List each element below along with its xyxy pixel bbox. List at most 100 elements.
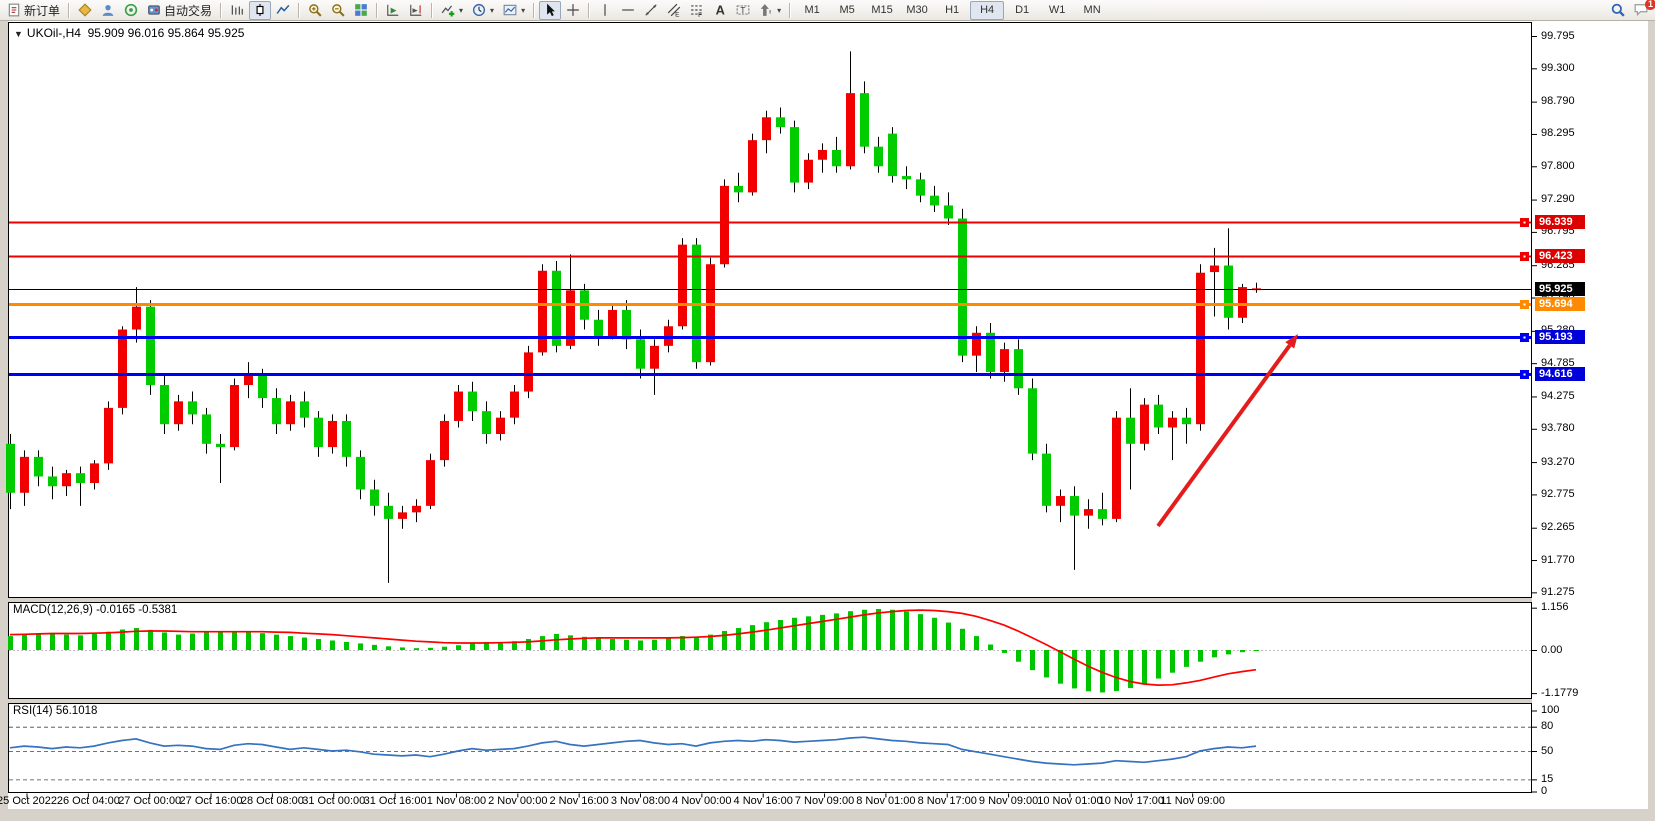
- tf-m15-button[interactable]: M15: [865, 1, 899, 20]
- periods-button[interactable]: ▾: [468, 1, 498, 20]
- svg-text:T: T: [741, 6, 746, 15]
- text-label-button[interactable]: T: [732, 1, 754, 20]
- button-label: M15: [871, 4, 892, 16]
- macd-indicator-label: MACD(12,26,9) -0.0165 -0.5381: [13, 604, 177, 616]
- toolbar-separator: [298, 3, 300, 18]
- zoom-out-button[interactable]: [327, 1, 349, 20]
- toolbar-separator: [220, 3, 222, 18]
- chart-symbol-period: UKOil-,H4: [27, 26, 81, 40]
- svg-text:A: A: [716, 3, 725, 17]
- button-label: W1: [1049, 4, 1066, 16]
- chevron-down-icon[interactable]: ▾: [777, 6, 781, 15]
- rsi-indicator-label: RSI(14) 56.1018: [13, 705, 97, 717]
- vline-icon: [598, 3, 612, 17]
- pane-splitter[interactable]: [8, 699, 1532, 703]
- tile-windows-button[interactable]: [350, 1, 372, 20]
- toolbar-separator: [588, 3, 590, 18]
- shapes-icon: [759, 3, 773, 17]
- toolbar-separator: [68, 3, 70, 18]
- toolbar-separator: [376, 3, 378, 18]
- candles-group: [6, 51, 1261, 583]
- collapse-icon[interactable]: ▼: [14, 29, 23, 39]
- new-order-button[interactable]: 新订单: [3, 1, 64, 20]
- pane-splitter[interactable]: [8, 598, 1532, 602]
- button-label: 自动交易: [164, 2, 212, 19]
- search-button[interactable]: [1607, 1, 1629, 20]
- tf-h4-button[interactable]: H4: [970, 1, 1004, 20]
- button-label: 新订单: [24, 2, 60, 19]
- chat-button[interactable]: 1: [1630, 1, 1652, 20]
- button-label: D1: [1015, 4, 1029, 16]
- cursor-button[interactable]: [539, 1, 561, 20]
- label-icon: T: [736, 3, 750, 17]
- toolbar-separator: [789, 3, 791, 18]
- text-icon: A: [713, 3, 727, 17]
- pane-border: [9, 704, 1532, 793]
- pane-border: [9, 23, 1532, 598]
- text-button[interactable]: A: [709, 1, 731, 20]
- tf-mn-button[interactable]: MN: [1075, 1, 1109, 20]
- diamond-icon: [78, 3, 92, 17]
- chart-ohlc-values: 95.909 96.016 95.864 95.925: [88, 26, 245, 40]
- signal-icon: [124, 3, 138, 17]
- fibonacci-button[interactable]: F: [686, 1, 708, 20]
- chart-canvas[interactable]: [0, 0, 1655, 821]
- svg-text:F: F: [698, 12, 702, 17]
- templates-button[interactable]: ▾: [499, 1, 529, 20]
- shapes-button[interactable]: ▾: [755, 1, 785, 20]
- chevron-down-icon[interactable]: ▾: [490, 6, 494, 15]
- horizontal-line-button[interactable]: [617, 1, 639, 20]
- zoom-in-button[interactable]: [304, 1, 326, 20]
- chevron-down-icon[interactable]: ▾: [459, 6, 463, 15]
- person-icon: [101, 3, 115, 17]
- button-label: MN: [1084, 4, 1101, 16]
- community-button[interactable]: [97, 1, 119, 20]
- mql-market-button[interactable]: [74, 1, 96, 20]
- vertical-line-button[interactable]: [594, 1, 616, 20]
- trend-arrow[interactable]: [1158, 345, 1290, 526]
- chart-shift-icon: [409, 3, 423, 17]
- tf-d1-button[interactable]: D1: [1005, 1, 1039, 20]
- macd-signal-line: [10, 610, 1256, 685]
- magnifier-icon: [1611, 3, 1625, 17]
- fibo-icon: F: [690, 3, 704, 17]
- tf-m1-button[interactable]: M1: [795, 1, 829, 20]
- autotrade-button[interactable]: 自动交易: [143, 1, 216, 20]
- cursor-icon: [543, 3, 557, 17]
- chart-title: ▼ UKOil-,H4 95.909 96.016 95.864 95.925: [14, 26, 244, 40]
- auto-scroll-icon: [386, 3, 400, 17]
- trendline-button[interactable]: [640, 1, 662, 20]
- line-icon: [276, 3, 290, 17]
- svg-text:E: E: [675, 11, 679, 17]
- crosshair-icon: [566, 3, 580, 17]
- chevron-down-icon[interactable]: ▾: [521, 6, 525, 15]
- tf-h1-button[interactable]: H1: [935, 1, 969, 20]
- bars-icon: [230, 3, 244, 17]
- zoom-out-icon: [331, 3, 345, 17]
- indicators-button[interactable]: ▾: [437, 1, 467, 20]
- tf-m30-button[interactable]: M30: [900, 1, 934, 20]
- candlestick-chart-button[interactable]: [249, 1, 271, 20]
- clock-icon: [472, 3, 486, 17]
- equidistant-channel-button[interactable]: E: [663, 1, 685, 20]
- button-label: M1: [804, 4, 819, 16]
- auto-scroll-button[interactable]: [382, 1, 404, 20]
- trendline-icon: [644, 3, 658, 17]
- tf-w1-button[interactable]: W1: [1040, 1, 1074, 20]
- indicators-icon: [441, 3, 455, 17]
- channel-icon: E: [667, 3, 681, 17]
- tf-m5-button[interactable]: M5: [830, 1, 864, 20]
- line-chart-button[interactable]: [272, 1, 294, 20]
- bar-chart-button[interactable]: [226, 1, 248, 20]
- crosshair-button[interactable]: [562, 1, 584, 20]
- new-order-icon: [7, 3, 21, 17]
- hline-icon: [621, 3, 635, 17]
- notification-badge: 1: [1645, 0, 1655, 10]
- button-label: M5: [839, 4, 854, 16]
- toolbar: 新订单 自动交易 ▾ ▾ ▾ E F A T ▾ M1 M5 M15 M30H1 H4 D1 W1 MN 1: [0, 0, 1655, 21]
- button-label: H4: [980, 4, 994, 16]
- tile-icon: [354, 3, 368, 17]
- template-icon: [503, 3, 517, 17]
- chart-shift-button[interactable]: [405, 1, 427, 20]
- signals-button[interactable]: [120, 1, 142, 20]
